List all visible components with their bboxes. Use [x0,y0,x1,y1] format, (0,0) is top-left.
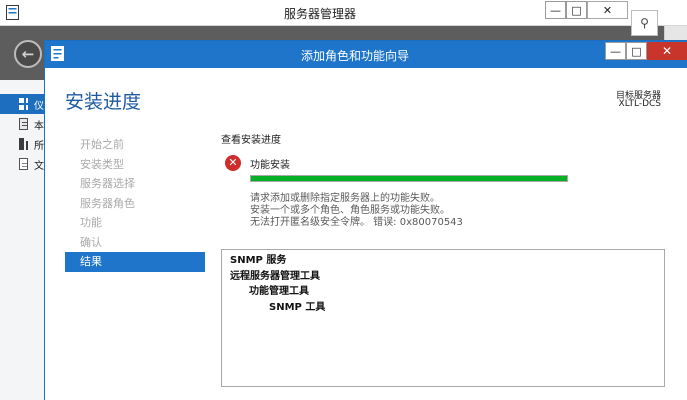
sidebar-item-file-services[interactable]: 文 [0,154,44,174]
server-manager-close-button[interactable]: ✕ [587,1,628,19]
step-server-roles: 服务器角色 [80,196,135,210]
section-heading: 查看安装进度 [221,135,281,146]
sidebar-item-local-server[interactable]: 本 [0,114,44,134]
server-manager-title: 服务器管理器 [283,7,356,21]
result-item-feature-admin-tools: 功能管理工具 [249,286,309,297]
search-icon[interactable]: ⚲ [631,10,658,36]
local-server-icon [19,118,28,130]
dashboard-icon [19,98,28,110]
wizard-minimize-button[interactable]: — [605,42,626,60]
step-installation-type: 安装类型 [80,157,124,171]
install-progress-bar [250,175,568,182]
target-server-name: XLTL-DCS [618,99,661,109]
step-results[interactable]: 结果 [65,252,205,272]
server-manager-minimize-button[interactable]: — [545,1,566,19]
add-roles-wizard-window: 添加角色和功能向导 — □ ✕ 安装进度 目标服务器 XLTL-DCS 开始之前… [44,40,687,400]
all-servers-icon [19,138,28,150]
results-list[interactable]: SNMP 服务 远程服务器管理工具 功能管理工具 SNMP 工具 [221,249,665,387]
result-item-rsat: 远程服务器管理工具 [230,270,320,282]
file-services-icon [19,158,28,170]
install-progress-fill [251,176,567,181]
status-title: 功能安装 [250,160,290,171]
back-arrow-icon[interactable]: ← [14,40,42,68]
wizard-titlebar: 添加角色和功能向导 — □ ✕ [45,41,687,68]
step-features: 功能 [80,216,102,229]
error-message-line: 无法打开匿名级安全令牌。 错误: 0x80070543 [250,217,463,228]
step-before-you-begin: 开始之前 [80,138,124,151]
server-manager-maximize-button[interactable]: □ [566,1,587,19]
step-server-selection: 服务器选择 [80,177,135,190]
sidebar-item-dashboard[interactable]: 仪 [0,94,44,114]
result-item-snmp-service: SNMP 服务 [230,255,287,266]
wizard-title: 添加角色和功能向导 [300,49,409,63]
wizard-steps-nav: 开始之前 安装类型 服务器选择 服务器角色 功能 确认 结果 [65,135,205,272]
sidebar-item-label: 本 [34,120,44,132]
sidebar-item-all-servers[interactable]: 所 [0,134,44,154]
page-title: 安装进度 [65,91,142,113]
wizard-content: 查看安装进度 ✕ 功能安装 请求添加或删除指定服务器上的功能失败。 安装一个或多… [221,131,666,228]
server-manager-sidebar: 仪 本 所 文 [0,80,44,400]
wizard-close-button[interactable]: ✕ [647,42,687,60]
error-icon: ✕ [225,155,241,171]
server-manager-titlebar: 服务器管理器 — □ ✕ [0,0,687,26]
sidebar-item-label: 文 [34,160,44,172]
sidebar-item-label: 仪 [34,100,44,112]
wizard-maximize-button[interactable]: □ [626,42,647,60]
sidebar-item-label: 所 [34,140,44,152]
step-confirmation: 确认 [80,235,102,249]
result-item-snmp-tools: SNMP 工具 [269,301,326,313]
